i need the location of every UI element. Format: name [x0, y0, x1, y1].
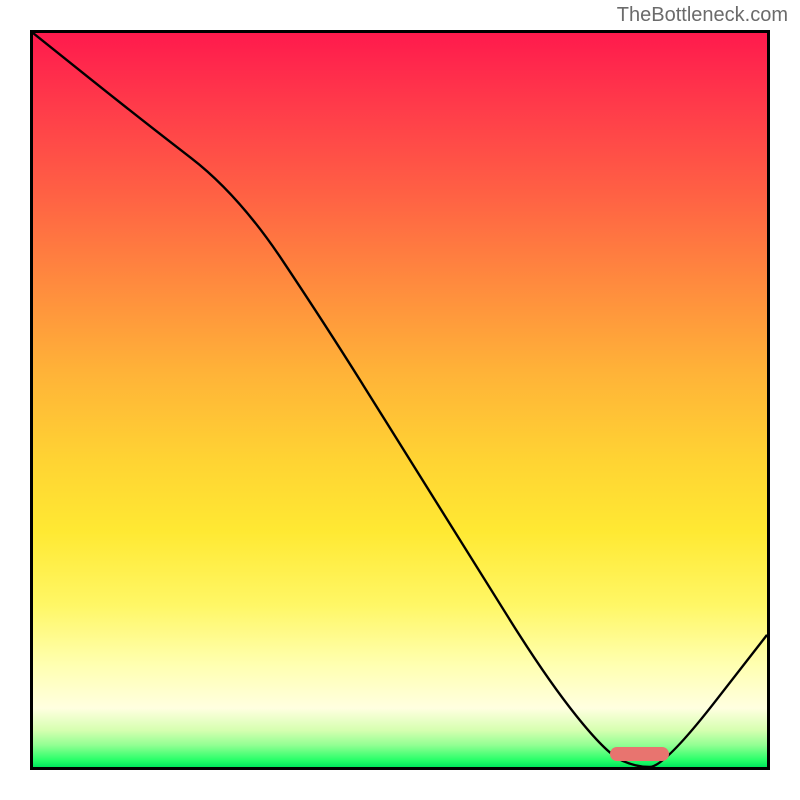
- watermark-text: TheBottleneck.com: [617, 4, 788, 27]
- bottleneck-curve: [33, 33, 767, 767]
- chart-plot-area: [30, 30, 770, 770]
- chart-curve-svg: [33, 33, 767, 767]
- optimal-range-marker: [610, 747, 669, 761]
